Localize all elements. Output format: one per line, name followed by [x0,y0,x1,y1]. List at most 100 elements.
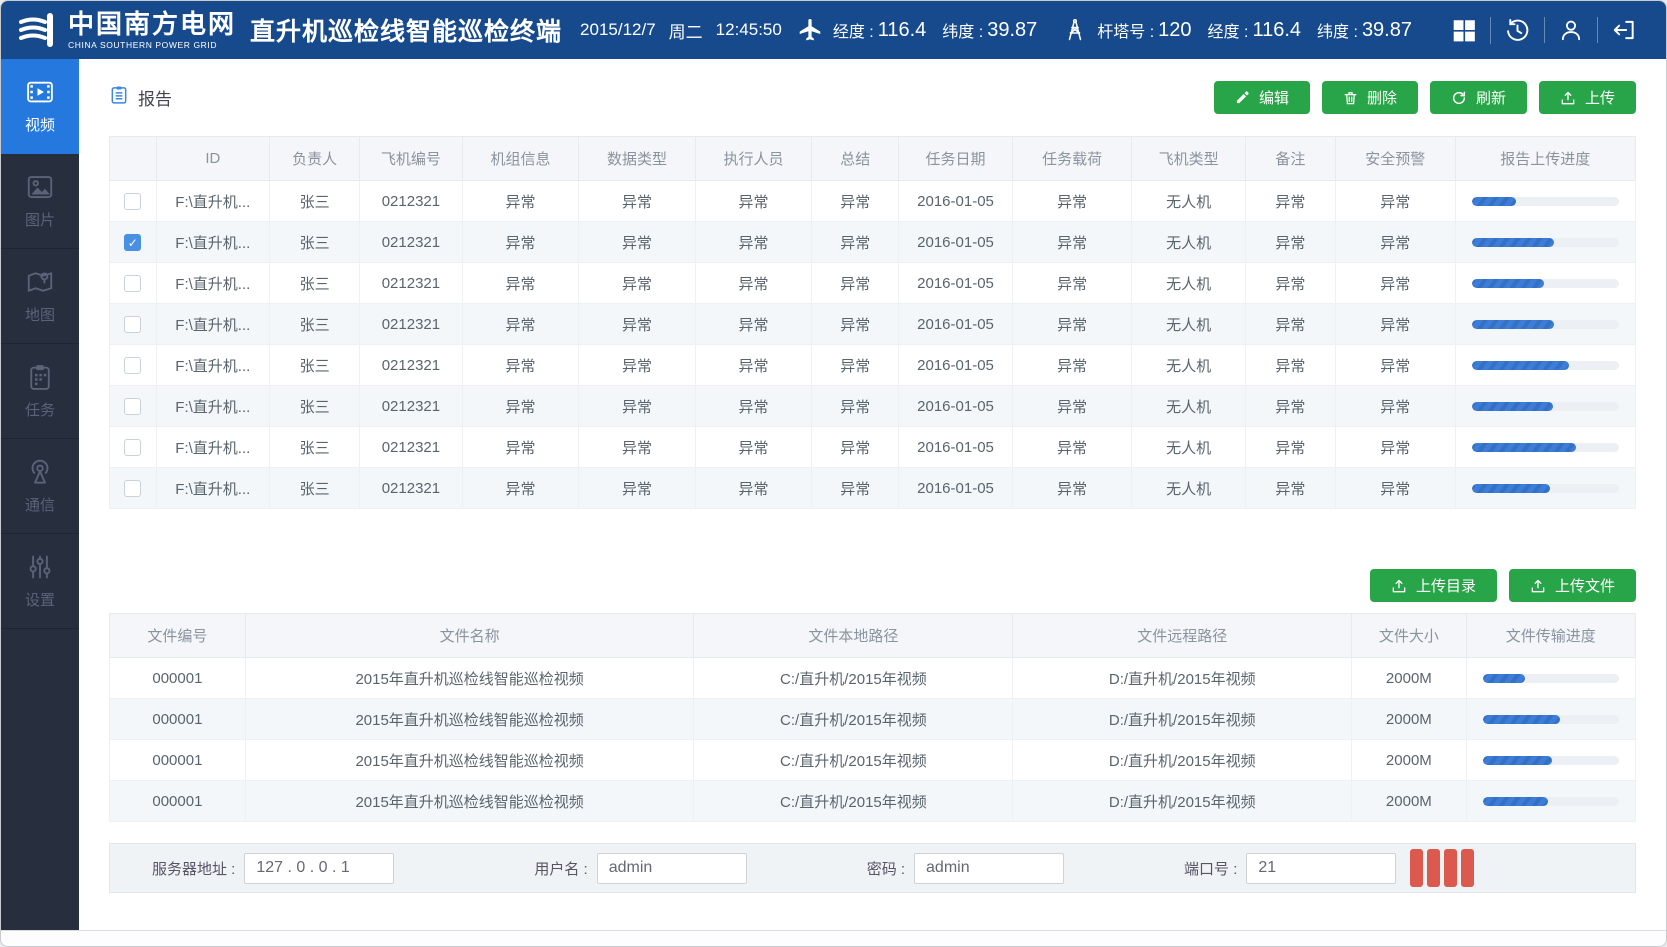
cell-plane_no: 0212321 [360,222,463,263]
sidebar-item-image[interactable]: 图片 [1,154,79,249]
port-label: 端口号 : [1184,858,1237,879]
cell-crew_info: 异常 [462,181,579,222]
sidebar-item-video[interactable]: 视频 [1,59,79,154]
progress-track [1483,797,1619,806]
cell-warning: 异常 [1335,386,1455,427]
sidebar-item-map[interactable]: 地图 [1,249,79,344]
signal-bar [1427,849,1440,887]
cell-warning: 异常 [1335,222,1455,263]
cell-remark: 异常 [1245,304,1335,345]
cell-remote_path: D:/直升机/2015年视频 [1013,658,1352,699]
delete-button[interactable]: 删除 [1322,81,1418,114]
history-icon[interactable] [1490,17,1544,44]
cell-warning: 异常 [1335,304,1455,345]
progress-cell [1455,181,1635,222]
cell-plane_type: 无人机 [1132,427,1245,468]
cell-executor: 异常 [695,181,812,222]
column-header-warning: 安全预警 [1335,137,1455,181]
progress-cell [1455,345,1635,386]
cell-task_date: 2016-01-05 [899,427,1012,468]
table-row: F:\直升机...张三0212321异常异常异常异常2016-01-05异常无人… [110,345,1636,386]
edit-button-label: 编辑 [1259,87,1289,108]
lat-value: 39.87 [987,19,1037,42]
row-checkbox-checked[interactable] [124,234,141,251]
cell-file_no: 000001 [110,781,246,822]
communication-icon [24,457,56,487]
header-row: ID负责人飞机编号机组信息数据类型执行人员总结任务日期任务载荷飞机类型备注安全预… [110,137,1636,181]
sidebar-item-label: 通信 [25,494,55,515]
cell-id: F:\直升机... [156,263,269,304]
app-window: 中国南方电网 CHINA SOUTHERN POWER GRID 直升机巡检线智… [0,0,1667,947]
sidebar-item-settings[interactable]: 设置 [1,534,79,629]
password-group: 密码 : [867,853,1064,884]
cell-summary: 异常 [812,468,899,509]
row-checkbox[interactable] [124,193,141,210]
progress-cell [1466,699,1635,740]
upload-icon [1530,578,1546,594]
user-icon[interactable] [1544,17,1597,43]
upload-directory-button[interactable]: 上传目录 [1370,569,1497,602]
column-header-file_no: 文件编号 [110,614,246,658]
progress-track [1472,402,1619,411]
cell-id: F:\直升机... [156,468,269,509]
cell-plane_no: 0212321 [360,427,463,468]
password-input[interactable] [914,853,1064,884]
trash-icon [1343,90,1358,106]
signal-bar [1410,849,1423,887]
pencil-icon [1235,90,1250,105]
cell-plane_no: 0212321 [360,345,463,386]
table-row: 0000012015年直升机巡检线智能巡检视频C:/直升机/2015年视频D:/… [110,658,1636,699]
cell-id: F:\直升机... [156,304,269,345]
cell-local_path: C:/直升机/2015年视频 [694,658,1013,699]
cell-id: F:\直升机... [156,181,269,222]
table-row: F:\直升机...张三0212321异常异常异常异常2016-01-05异常无人… [110,181,1636,222]
cell-data_type: 异常 [579,427,696,468]
server-address-group: 服务器地址 : [152,853,394,884]
row-checkbox[interactable] [124,480,141,497]
cell-owner: 张三 [270,468,360,509]
cell-summary: 异常 [812,304,899,345]
sidebar-item-task[interactable]: 任务 [1,344,79,439]
report-table-head: ID负责人飞机编号机组信息数据类型执行人员总结任务日期任务载荷飞机类型备注安全预… [110,137,1636,181]
csg-logo-icon [17,10,59,50]
cell-task_date: 2016-01-05 [899,263,1012,304]
edit-button[interactable]: 编辑 [1214,81,1310,114]
upload-file-button[interactable]: 上传文件 [1509,569,1636,602]
sidebar-item-label: 任务 [25,399,55,420]
table-row: F:\直升机...张三0212321异常异常异常异常2016-01-05异常无人… [110,263,1636,304]
cell-remote_path: D:/直升机/2015年视频 [1013,740,1352,781]
upload-button[interactable]: 上传 [1539,81,1636,114]
report-toolbar: 编辑 删除 [1214,81,1636,114]
username-input[interactable] [597,853,747,884]
cell-plane_type: 无人机 [1132,181,1245,222]
row-checkbox[interactable] [124,398,141,415]
row-checkbox[interactable] [124,316,141,333]
row-checkbox[interactable] [124,439,141,456]
cell-id: F:\直升机... [156,427,269,468]
lon-label: 经度 : [833,18,874,42]
logout-icon[interactable] [1597,17,1650,43]
column-header-summary: 总结 [812,137,899,181]
progress-track [1472,443,1619,452]
port-input[interactable] [1246,853,1396,884]
sidebar-item-label: 设置 [25,589,55,610]
column-header-progress: 文件传输进度 [1466,614,1635,658]
file-table: 文件编号文件名称文件本地路径文件远程路径文件大小文件传输进度 000001201… [109,613,1636,822]
cell-warning: 异常 [1335,345,1455,386]
server-address-input[interactable] [244,853,394,884]
image-icon [24,172,56,202]
cell-owner: 张三 [270,304,360,345]
cell-id: F:\直升机... [156,386,269,427]
sidebar-item-communication[interactable]: 通信 [1,439,79,534]
row-checkbox[interactable] [124,275,141,292]
cell-remark: 异常 [1245,222,1335,263]
windows-icon[interactable] [1438,17,1490,43]
refresh-button[interactable]: 刷新 [1430,81,1527,114]
row-checkbox[interactable] [124,357,141,374]
cell-data_type: 异常 [579,345,696,386]
cell-plane_no: 0212321 [360,304,463,345]
cell-summary: 异常 [812,181,899,222]
progress-fill [1472,402,1553,411]
table-row: 0000012015年直升机巡检线智能巡检视频C:/直升机/2015年视频D:/… [110,781,1636,822]
progress-cell [1455,263,1635,304]
